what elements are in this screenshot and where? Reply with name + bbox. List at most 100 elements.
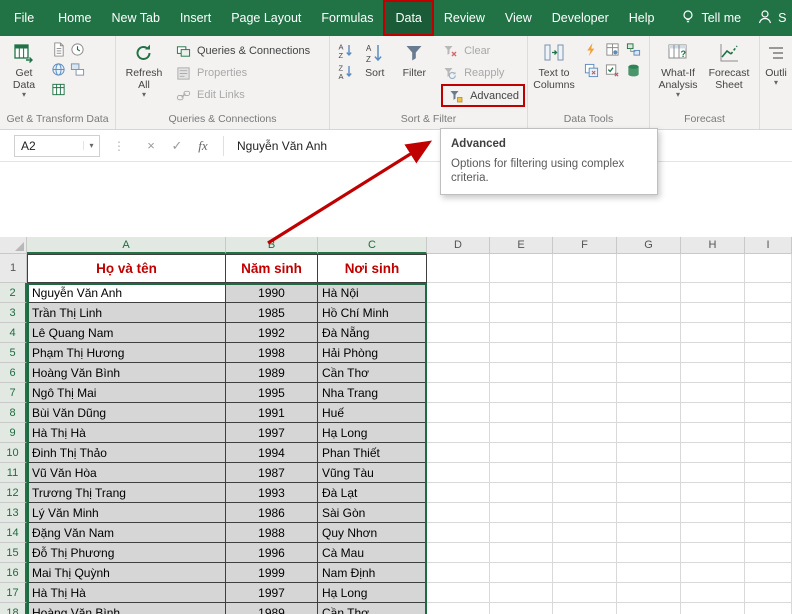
column-header-B[interactable]: B — [226, 237, 318, 254]
cell-E17[interactable] — [490, 583, 553, 603]
cell-H12[interactable] — [681, 483, 745, 503]
cell-H3[interactable] — [681, 303, 745, 323]
cell-A1[interactable]: Họ và tên — [27, 254, 226, 283]
cell-E14[interactable] — [490, 523, 553, 543]
cell-A8[interactable]: Bùi Văn Dũng — [27, 403, 226, 423]
row-header-14[interactable]: 14 — [0, 523, 27, 543]
enter-button[interactable]: ✓ — [164, 135, 190, 157]
cell-E11[interactable] — [490, 463, 553, 483]
recent-sources-button[interactable] — [68, 40, 86, 58]
cell-I13[interactable] — [745, 503, 792, 523]
cell-D12[interactable] — [427, 483, 490, 503]
cell-G4[interactable] — [617, 323, 681, 343]
cell-I5[interactable] — [745, 343, 792, 363]
reapply-button[interactable]: Reapply — [441, 62, 525, 84]
cell-B17[interactable]: 1997 — [226, 583, 318, 603]
cell-B10[interactable]: 1994 — [226, 443, 318, 463]
cell-C3[interactable]: Hồ Chí Minh — [318, 303, 427, 323]
cell-B1[interactable]: Năm sinh — [226, 254, 318, 283]
from-table-button[interactable] — [49, 80, 67, 98]
text-to-columns-button[interactable]: Text to Columns — [530, 40, 578, 92]
cell-E3[interactable] — [490, 303, 553, 323]
cell-H17[interactable] — [681, 583, 745, 603]
tab-review[interactable]: Review — [434, 0, 495, 36]
cell-I14[interactable] — [745, 523, 792, 543]
cell-E5[interactable] — [490, 343, 553, 363]
cell-H9[interactable] — [681, 423, 745, 443]
cell-D10[interactable] — [427, 443, 490, 463]
cell-G18[interactable] — [617, 603, 681, 614]
cell-I6[interactable] — [745, 363, 792, 383]
cell-H6[interactable] — [681, 363, 745, 383]
cell-A4[interactable]: Lê Quang Nam — [27, 323, 226, 343]
cell-H10[interactable] — [681, 443, 745, 463]
cell-D18[interactable] — [427, 603, 490, 614]
existing-connections-button[interactable] — [68, 60, 86, 78]
cell-G17[interactable] — [617, 583, 681, 603]
cell-E1[interactable] — [490, 254, 553, 283]
cell-I18[interactable] — [745, 603, 792, 614]
cell-C16[interactable]: Nam Định — [318, 563, 427, 583]
cell-H8[interactable] — [681, 403, 745, 423]
cell-F3[interactable] — [553, 303, 617, 323]
from-web-button[interactable] — [49, 60, 67, 78]
cell-A7[interactable]: Ngô Thị Mai — [27, 383, 226, 403]
cell-E18[interactable] — [490, 603, 553, 614]
cell-B5[interactable]: 1998 — [226, 343, 318, 363]
cell-A9[interactable]: Hà Thị Hà — [27, 423, 226, 443]
tab-data[interactable]: Data — [383, 0, 434, 36]
cell-H13[interactable] — [681, 503, 745, 523]
remove-duplicates-button[interactable] — [582, 61, 600, 79]
cell-A16[interactable]: Mai Thị Quỳnh — [27, 563, 226, 583]
cell-A10[interactable]: Đinh Thị Thảo — [27, 443, 226, 463]
cell-F12[interactable] — [553, 483, 617, 503]
refresh-all-button[interactable]: Refresh All ▾ — [118, 40, 170, 100]
cell-I1[interactable] — [745, 254, 792, 283]
cell-H18[interactable] — [681, 603, 745, 614]
cell-E7[interactable] — [490, 383, 553, 403]
cell-A12[interactable]: Trương Thị Trang — [27, 483, 226, 503]
cell-F14[interactable] — [553, 523, 617, 543]
cell-G15[interactable] — [617, 543, 681, 563]
row-header-2[interactable]: 2 — [0, 283, 27, 303]
cell-I3[interactable] — [745, 303, 792, 323]
clear-button[interactable]: Clear — [441, 40, 525, 62]
row-header-17[interactable]: 17 — [0, 583, 27, 603]
cell-G6[interactable] — [617, 363, 681, 383]
cell-E16[interactable] — [490, 563, 553, 583]
tab-insert[interactable]: Insert — [170, 0, 221, 36]
cell-A13[interactable]: Lý Văn Minh — [27, 503, 226, 523]
sort-za-button[interactable]: ZA — [334, 61, 356, 82]
column-header-F[interactable]: F — [553, 237, 617, 254]
cell-H7[interactable] — [681, 383, 745, 403]
row-header-18[interactable]: 18 — [0, 603, 27, 614]
cell-F13[interactable] — [553, 503, 617, 523]
cell-A15[interactable]: Đỗ Thị Phương — [27, 543, 226, 563]
row-header-4[interactable]: 4 — [0, 323, 27, 343]
cell-C12[interactable]: Đà Lạt — [318, 483, 427, 503]
cell-I16[interactable] — [745, 563, 792, 583]
tab-page-layout[interactable]: Page Layout — [221, 0, 311, 36]
cell-E10[interactable] — [490, 443, 553, 463]
cell-C1[interactable]: Nơi sinh — [318, 254, 427, 283]
cell-B14[interactable]: 1988 — [226, 523, 318, 543]
cell-A11[interactable]: Vũ Văn Hòa — [27, 463, 226, 483]
cell-D13[interactable] — [427, 503, 490, 523]
cell-F15[interactable] — [553, 543, 617, 563]
cell-B18[interactable]: 1989 — [226, 603, 318, 614]
cell-I2[interactable] — [745, 283, 792, 303]
tab-formulas[interactable]: Formulas — [311, 0, 383, 36]
cell-C15[interactable]: Cà Mau — [318, 543, 427, 563]
cell-I12[interactable] — [745, 483, 792, 503]
cell-F1[interactable] — [553, 254, 617, 283]
cell-C10[interactable]: Phan Thiết — [318, 443, 427, 463]
cell-E9[interactable] — [490, 423, 553, 443]
cell-A3[interactable]: Trần Thị Linh — [27, 303, 226, 323]
cell-C9[interactable]: Hạ Long — [318, 423, 427, 443]
data-validation-button[interactable] — [603, 61, 621, 79]
filter-button[interactable]: Filter — [394, 40, 436, 80]
tab-home[interactable]: Home — [48, 0, 101, 36]
cell-C14[interactable]: Quy Nhơn — [318, 523, 427, 543]
from-text-csv-button[interactable] — [49, 40, 67, 58]
select-all-button[interactable] — [0, 237, 27, 254]
